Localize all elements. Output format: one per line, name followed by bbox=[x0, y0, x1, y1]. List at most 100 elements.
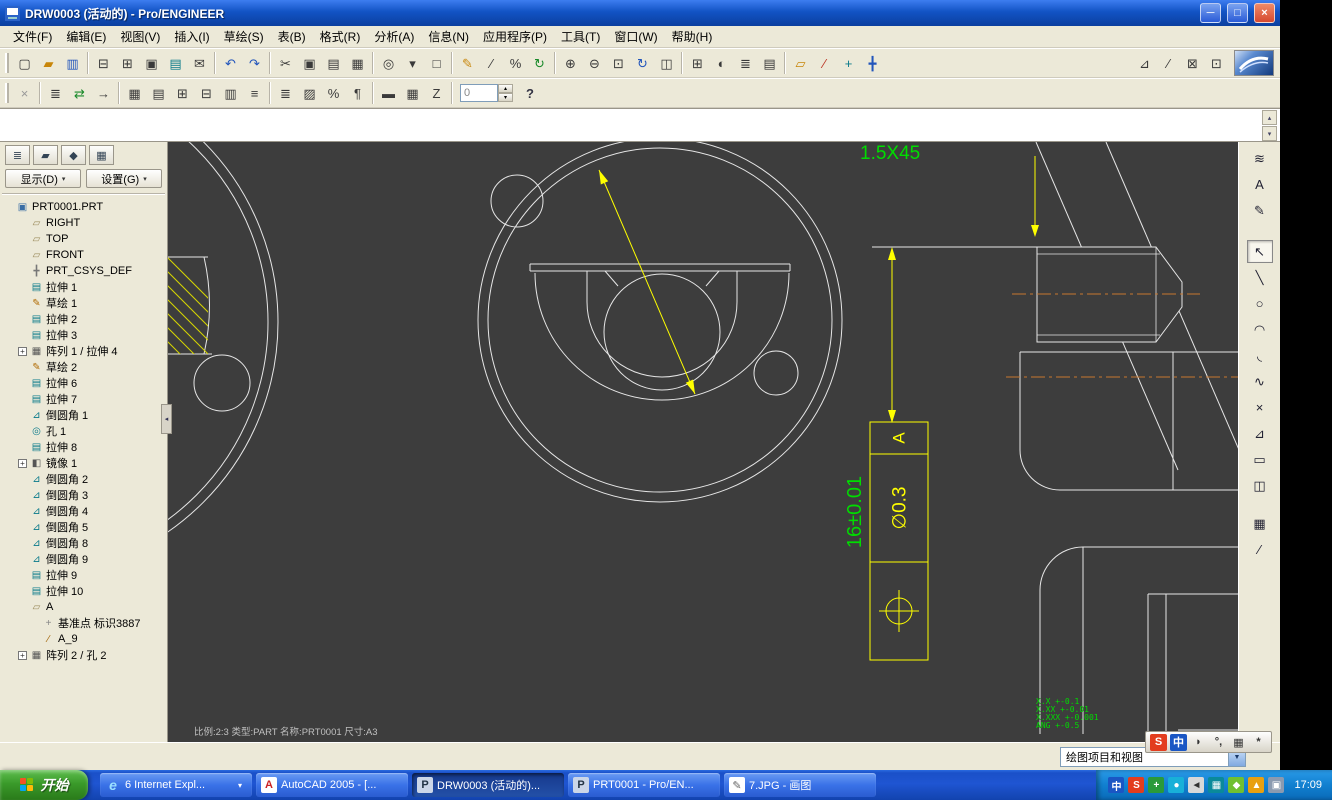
tree-item[interactable]: + ▦ 阵列 1 / 拉伸 4 bbox=[4, 343, 167, 359]
zoom-fit-button[interactable]: ⊡ bbox=[607, 52, 630, 74]
context-help-button[interactable]: ? bbox=[517, 82, 543, 104]
expand-icon[interactable] bbox=[18, 395, 27, 404]
goto-sheet-button[interactable]: → bbox=[92, 82, 115, 104]
datum-axis-display-toggle[interactable]: ∕ bbox=[813, 52, 836, 74]
print-button[interactable]: ⊟ bbox=[92, 52, 115, 74]
tree-item[interactable]: ◎ 孔 1 bbox=[4, 423, 167, 439]
expand-icon[interactable] bbox=[18, 363, 27, 372]
tree-item[interactable]: ▤ 拉伸 10 bbox=[4, 583, 167, 599]
taskbar-task[interactable]: P PRT0001 - Pro/EN... bbox=[568, 773, 720, 797]
update-sheets-button[interactable]: ⇄ bbox=[68, 82, 91, 104]
tree-item[interactable]: ⊿ 倒圆角 4 bbox=[4, 503, 167, 519]
window-shade-button[interactable]: ◐ bbox=[710, 52, 733, 74]
line-tool[interactable]: ╲ bbox=[1247, 266, 1273, 289]
menu-item[interactable]: 帮助(H) bbox=[665, 26, 720, 47]
tree-item[interactable]: ▤ 拉伸 8 bbox=[4, 439, 167, 455]
item-list-button[interactable]: ≣ bbox=[44, 82, 67, 104]
tree-item[interactable]: ▤ 拉伸 1 bbox=[4, 279, 167, 295]
paste-button[interactable]: ▤ bbox=[322, 52, 345, 74]
repeat-region-button[interactable]: ▦ bbox=[401, 82, 424, 104]
settings-dropdown-button[interactable]: 设置(G) ▾ bbox=[86, 169, 162, 188]
tree-item[interactable]: ▱ A bbox=[4, 599, 167, 615]
tree-item[interactable]: + ◧ 镜像 1 bbox=[4, 455, 167, 471]
toolbar-grip[interactable] bbox=[5, 53, 9, 73]
zoom-in-button[interactable]: ⊕ bbox=[559, 52, 582, 74]
select-filter-button[interactable]: ▾ bbox=[401, 52, 424, 74]
menu-item[interactable]: 草绘(S) bbox=[217, 26, 271, 47]
copy-drawing-button[interactable]: ▣ bbox=[140, 52, 163, 74]
model-tree-toggle-button[interactable]: ▤ bbox=[758, 52, 781, 74]
show-dropdown-button[interactable]: 显示(D) ▾ bbox=[5, 169, 81, 188]
spinner-up-button[interactable]: ▴ bbox=[498, 84, 513, 93]
save-file-button[interactable]: ▥ bbox=[61, 52, 84, 74]
expand-icon[interactable] bbox=[18, 539, 27, 548]
ime-indicator-tray-icon[interactable]: 中 bbox=[1108, 777, 1125, 793]
tree-item[interactable]: ▱ RIGHT bbox=[4, 215, 167, 231]
toolbar-grip[interactable] bbox=[5, 83, 9, 103]
expand-icon[interactable] bbox=[18, 475, 27, 484]
menu-item[interactable]: 应用程序(P) bbox=[476, 26, 554, 47]
model-tree-tab-button[interactable]: ≣ bbox=[5, 145, 30, 165]
view-layers-button[interactable]: ≋ bbox=[1247, 147, 1273, 170]
drawing-canvas[interactable]: 1.5X45 16±0.01 A ∅0.3 X.X +-0.1 X.XX +-0… bbox=[168, 142, 1238, 742]
tree-item[interactable]: ∕ A_9 bbox=[4, 631, 167, 647]
ime-halfwidth-icon[interactable]: ◗ bbox=[1190, 734, 1207, 751]
format-button[interactable]: ¶ bbox=[346, 82, 369, 104]
expand-icon[interactable] bbox=[18, 219, 27, 228]
menu-item[interactable]: 窗口(W) bbox=[607, 26, 664, 47]
redo-button[interactable]: ↷ bbox=[243, 52, 266, 74]
zoom-out-button[interactable]: ⊖ bbox=[583, 52, 606, 74]
panel-collapse-handle[interactable]: ◂ bbox=[161, 404, 172, 434]
messenger-tray-icon[interactable]: ● bbox=[1168, 777, 1185, 793]
display-settings-tray-icon[interactable]: ▣ bbox=[1268, 777, 1285, 793]
cut-button[interactable]: ✂ bbox=[274, 52, 297, 74]
annotation-show-button[interactable]: A bbox=[1247, 173, 1273, 196]
tree-item[interactable]: ▤ 拉伸 3 bbox=[4, 327, 167, 343]
menu-item[interactable]: 视图(V) bbox=[113, 26, 167, 47]
expand-icon[interactable] bbox=[18, 603, 27, 612]
open-file-button[interactable]: ▰ bbox=[37, 52, 60, 74]
tree-item[interactable]: ╋ PRT_CSYS_DEF bbox=[4, 263, 167, 279]
arc-tool[interactable]: ◠ bbox=[1247, 318, 1273, 341]
datum-plane-display-toggle[interactable]: ▱ bbox=[789, 52, 812, 74]
expand-icon[interactable] bbox=[18, 267, 27, 276]
spline-tool[interactable]: ∿ bbox=[1247, 370, 1273, 393]
soft-keyboard-icon[interactable]: ▦ bbox=[1230, 734, 1247, 751]
print-preview-button[interactable]: ⊞ bbox=[116, 52, 139, 74]
maximize-button[interactable]: □ bbox=[1227, 3, 1248, 23]
expand-icon[interactable] bbox=[18, 331, 27, 340]
antivirus-tray-icon[interactable]: + bbox=[1148, 777, 1165, 793]
copy-button[interactable]: ▣ bbox=[298, 52, 321, 74]
tree-item[interactable]: ▤ 拉伸 6 bbox=[4, 375, 167, 391]
sketcher-palette-tool[interactable]: ▦ bbox=[1247, 512, 1273, 535]
sogou-tray-icon[interactable]: S bbox=[1128, 777, 1145, 793]
text-style-toggle[interactable]: ⊡ bbox=[1205, 52, 1228, 74]
menu-item[interactable]: 工具(T) bbox=[554, 26, 607, 47]
expand-icon[interactable] bbox=[18, 299, 27, 308]
tree-item[interactable]: ▤ 拉伸 7 bbox=[4, 391, 167, 407]
tree-item[interactable]: + ▦ 阵列 2 / 孔 2 bbox=[4, 647, 167, 663]
select-box-button[interactable]: □ bbox=[425, 52, 448, 74]
datum-point-display-toggle[interactable]: + bbox=[837, 52, 860, 74]
expand-icon[interactable]: + bbox=[18, 650, 27, 660]
expand-icon[interactable] bbox=[30, 635, 39, 644]
new-window-button[interactable]: ⊞ bbox=[686, 52, 709, 74]
new-file-button[interactable]: ▢ bbox=[13, 52, 36, 74]
trim-button[interactable]: ∕ bbox=[480, 52, 503, 74]
menu-item[interactable]: 信息(N) bbox=[421, 26, 476, 47]
table-properties-button[interactable]: ▬ bbox=[377, 82, 400, 104]
taskbar-task[interactable]: ✎ 7.JPG - 画图 bbox=[724, 773, 876, 797]
minimize-button[interactable]: ─ bbox=[1200, 3, 1221, 23]
table-lock-button[interactable]: ▦ bbox=[123, 82, 146, 104]
menu-item[interactable]: 编辑(E) bbox=[59, 26, 113, 47]
folder-browser-button[interactable]: ▰ bbox=[33, 145, 58, 165]
use-edge-tool[interactable]: ◫ bbox=[1247, 474, 1273, 497]
send-mail-button[interactable]: ✉ bbox=[188, 52, 211, 74]
view-manager-button[interactable]: ◫ bbox=[655, 52, 678, 74]
expand-icon[interactable] bbox=[18, 251, 27, 260]
fillet-tool[interactable]: ◟ bbox=[1247, 344, 1273, 367]
expand-icon[interactable] bbox=[18, 507, 27, 516]
expand-icon[interactable] bbox=[18, 443, 27, 452]
merge-cells-button[interactable]: ▥ bbox=[219, 82, 242, 104]
taskbar-task[interactable]: A AutoCAD 2005 - [... bbox=[256, 773, 408, 797]
